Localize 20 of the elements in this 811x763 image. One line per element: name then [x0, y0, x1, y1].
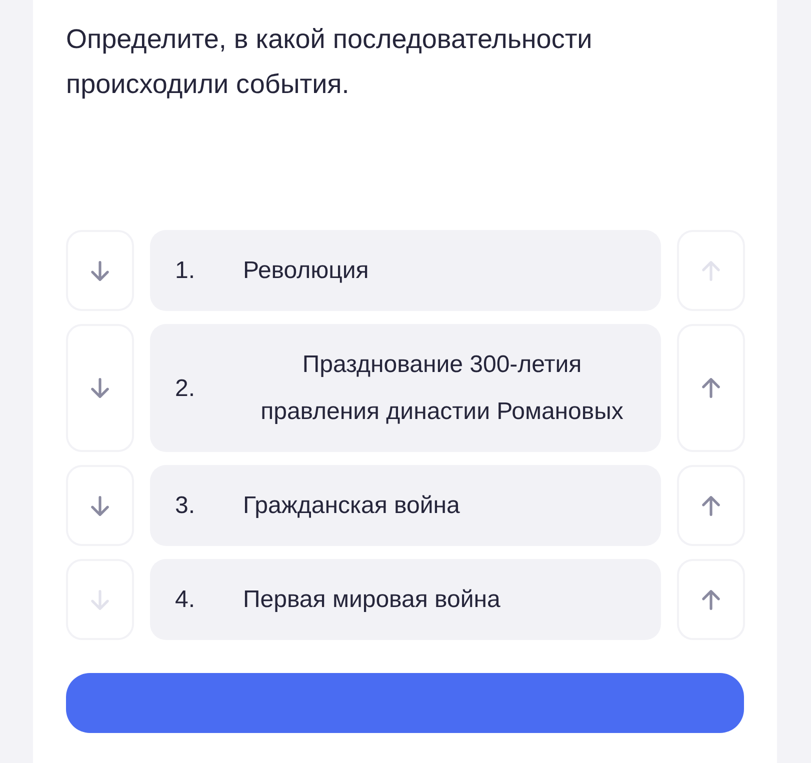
move-up-button[interactable]: [677, 324, 745, 452]
sortable-item[interactable]: 1. Революция: [150, 230, 661, 311]
move-up-button[interactable]: [677, 559, 745, 640]
move-down-button[interactable]: [66, 465, 134, 546]
sortable-item[interactable]: 4. Первая мировая война: [150, 559, 661, 640]
item-text: Празднование 300-летия правления династии Романовых: [260, 350, 624, 427]
move-down-button[interactable]: [66, 230, 134, 311]
sortable-item[interactable]: 2. Празднование 300-летия правления династии Романовых: [150, 324, 661, 452]
sortable-item[interactable]: 3. Гражданская война: [150, 465, 661, 546]
move-down-button[interactable]: [66, 324, 134, 452]
move-up-button[interactable]: [677, 465, 745, 546]
item-number: 4.: [175, 585, 196, 615]
item-text: Первая мировая война: [243, 585, 500, 615]
item-text: Революция: [243, 256, 369, 286]
item-text: Гражданская война: [243, 491, 460, 521]
item-number: 1.: [175, 256, 196, 286]
item-number: 3.: [175, 491, 196, 521]
submit-button[interactable]: [66, 673, 744, 733]
item-number: 2.: [175, 374, 196, 404]
question-text: Определите, в какой последовательности происходили события.: [66, 23, 594, 101]
